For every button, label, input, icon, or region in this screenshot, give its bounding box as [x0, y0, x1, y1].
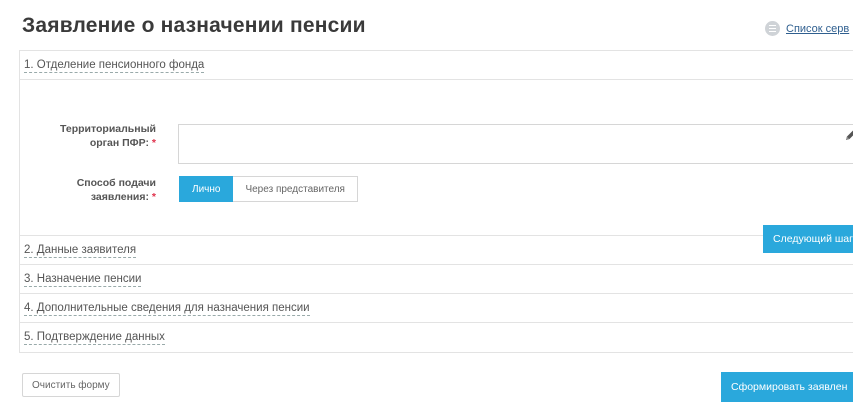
- services-list-link[interactable]: Список серв: [765, 21, 849, 36]
- territorial-office-field[interactable]: [178, 124, 853, 164]
- application-accordion: 1. Отделение пенсионного фонда Территори…: [19, 50, 853, 353]
- submission-method-toggle: Лично Через представителя: [179, 176, 358, 202]
- section-header-applicant[interactable]: 2. Данные заявителя: [20, 236, 853, 265]
- section-label[interactable]: 4. Дополнительные сведения для назначени…: [24, 301, 310, 316]
- list-icon: [765, 21, 780, 36]
- method-option-in-person[interactable]: Лично: [179, 176, 234, 202]
- section-header-pension-assignment[interactable]: 3. Назначение пенсии: [20, 265, 853, 294]
- submission-method-label: Способ подачи заявления: *: [76, 177, 156, 203]
- pencil-icon[interactable]: [844, 128, 853, 142]
- territorial-office-label: Территориальный орган ПФР: *: [59, 123, 156, 149]
- section-label[interactable]: 1. Отделение пенсионного фонда: [24, 58, 205, 73]
- section-label[interactable]: 5. Подтверждение данных: [24, 330, 165, 345]
- clear-form-button[interactable]: Очистить форму: [22, 373, 120, 397]
- page-title: Заявление о назначении пенсии: [22, 14, 366, 37]
- section-header-confirmation[interactable]: 5. Подтверждение данных: [20, 323, 853, 352]
- required-mark: *: [151, 191, 156, 203]
- section-header-pension-fund[interactable]: 1. Отделение пенсионного фонда: [20, 51, 853, 80]
- section-label[interactable]: 2. Данные заявителя: [24, 243, 137, 258]
- section-header-additional-info[interactable]: 4. Дополнительные сведения для назначени…: [20, 294, 853, 323]
- section-body-pension-fund: Территориальный орган ПФР: * Способ пода…: [20, 80, 853, 253]
- services-link-label[interactable]: Список серв: [786, 23, 849, 35]
- required-mark: *: [151, 137, 156, 149]
- method-option-representative[interactable]: Через представителя: [233, 176, 358, 202]
- submit-application-button[interactable]: Сформировать заявлен: [721, 372, 853, 402]
- next-step-button[interactable]: Следующий шаг: [763, 225, 853, 253]
- section-label[interactable]: 3. Назначение пенсии: [24, 272, 142, 287]
